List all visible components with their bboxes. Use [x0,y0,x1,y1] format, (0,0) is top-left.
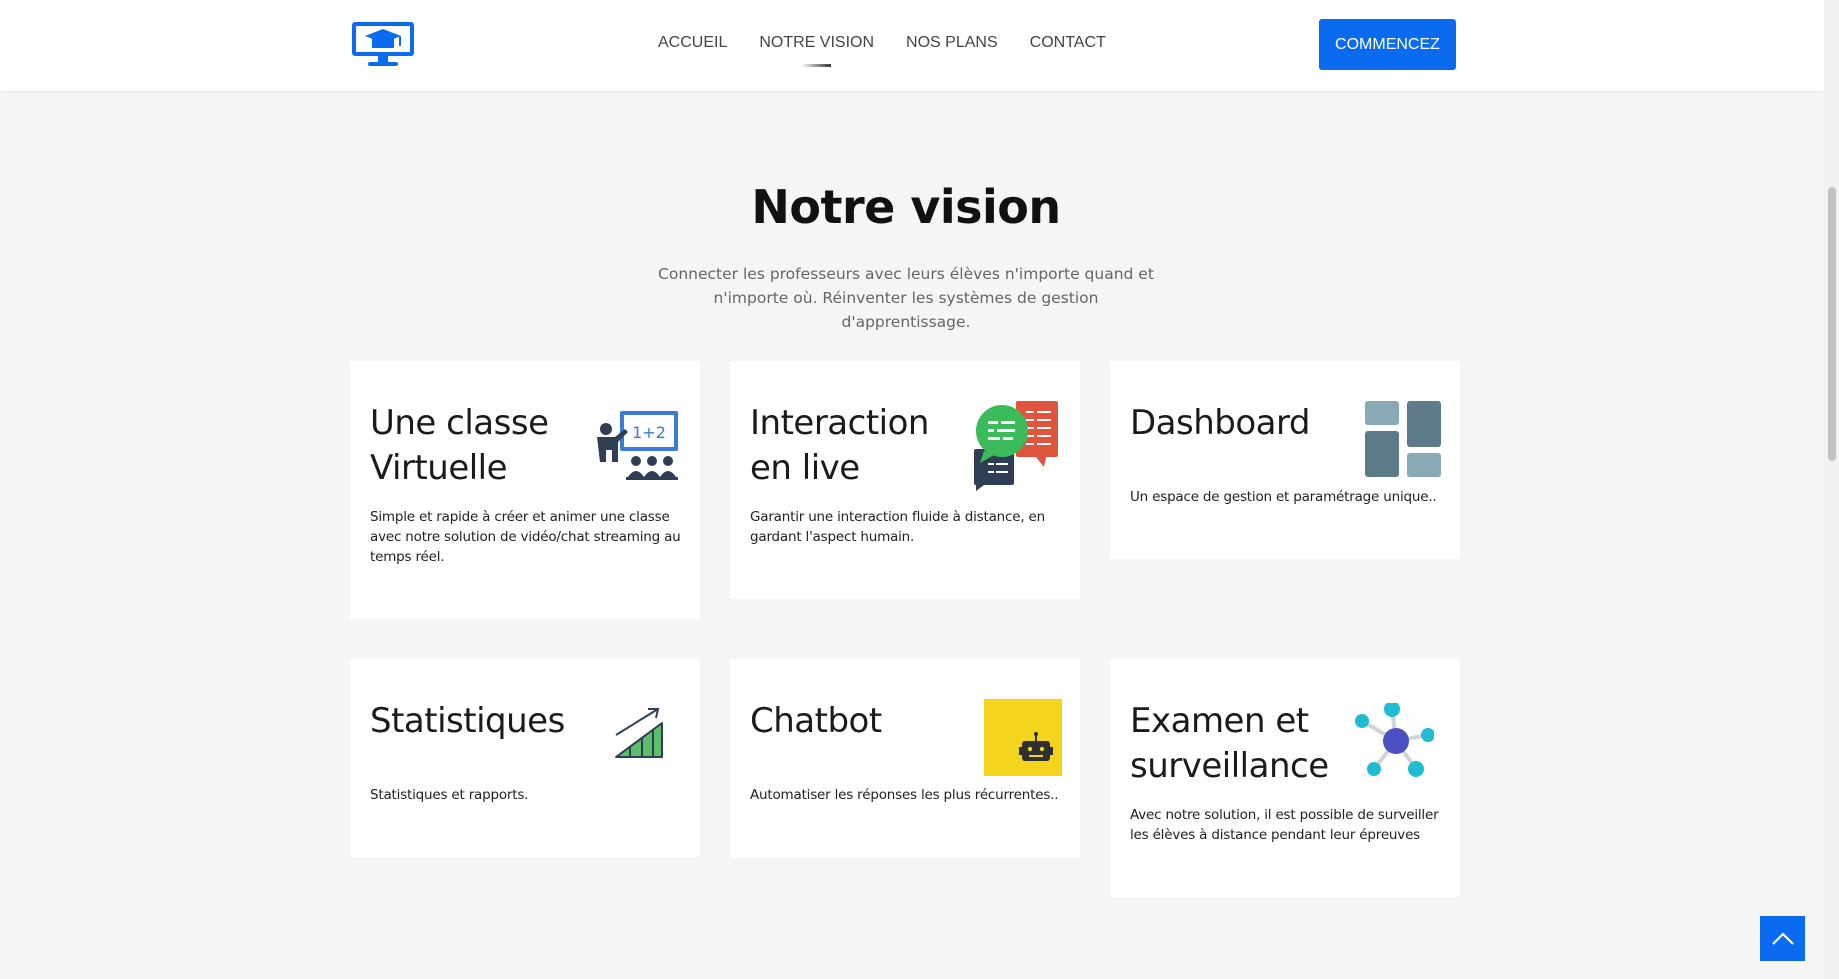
teacher-whiteboard-icon: 1+2 [594,409,680,481]
card-dashboard: Dashboard Un espace de gestion et paramé… [1110,361,1460,559]
card-title: Dashboard [1130,403,1310,443]
svg-text:1+2: 1+2 [632,423,666,442]
scroll-to-top-button[interactable] [1760,916,1805,961]
robot-icon [984,699,1062,776]
section-subtitle: Connecter les professeurs avec leurs élè… [658,265,1154,331]
nav-item-accueil[interactable]: ACCUEIL [658,34,727,52]
network-nodes-icon [1354,701,1435,783]
nav-item-nos-plans[interactable]: NOS PLANS [906,34,998,52]
card-statistiques: Statistiques Statistiques et rapports. [350,659,700,857]
card-examen-surveillance: Examen et surveillance Avec notre soluti… [1110,659,1460,897]
growth-chart-icon [612,707,668,759]
section-title: Notre vision [751,180,1061,234]
commencez-button[interactable]: COMMENCEZ [1319,19,1456,70]
card-title: Une classe Virtuelle [370,403,549,488]
card-title: Chatbot [750,701,882,741]
nav-item-notre-vision[interactable]: NOTRE VISION [759,34,874,67]
card-description: Statistiques et rapports. [370,787,529,803]
card-chatbot: Chatbot Automatiser les réponses les plu… [730,659,1080,858]
main-nav: ACCUEIL NOTRE VISION NOS PLANS CONTACT [658,34,1138,67]
card-interaction-live: Interaction en live Garantir une interac… [730,361,1080,599]
card-description: Un espace de gestion et paramétrage uniq… [1130,489,1437,505]
scrollbar-thumb[interactable] [1828,187,1836,461]
card-title: Statistiques [370,701,565,741]
nav-item-contact[interactable]: CONTACT [1030,34,1106,52]
card-description: Simple et rapide à créer et animer une c… [370,509,681,565]
card-description: Automatiser les réponses les plus récurr… [750,787,1059,803]
dashboard-tiles-icon [1365,401,1441,477]
chat-bubbles-icon [974,401,1060,491]
card-classe-virtuelle: Une classe Virtuelle 1+2 Simple et rapid… [350,361,700,619]
card-title: Examen et surveillance [1130,701,1329,786]
card-description: Avec notre solution, il est possible de … [1130,807,1439,843]
scrollbar-track[interactable] [1824,0,1839,979]
logo-icon[interactable] [350,20,416,68]
page: ACCUEIL NOTRE VISION NOS PLANS CONTACT C… [0,0,1824,979]
header: ACCUEIL NOTRE VISION NOS PLANS CONTACT C… [0,0,1824,91]
card-description: Garantir une interaction fluide à distan… [750,509,1045,545]
chevron-up-icon [1771,931,1794,945]
card-title: Interaction en live [750,403,929,488]
